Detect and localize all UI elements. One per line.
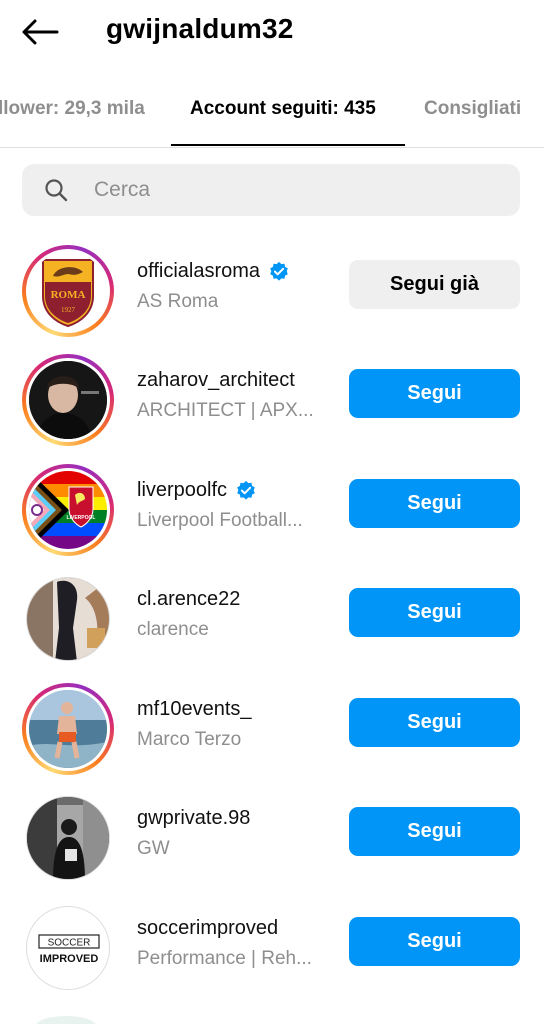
roma-crest-icon: ROMA 1927	[42, 259, 94, 328]
soccer-improved-logo-icon: SOCCER IMPROVED	[27, 907, 109, 989]
avatar[interactable]: SOCCER IMPROVED	[22, 902, 114, 994]
avatar[interactable]	[22, 683, 114, 775]
arrow-left-icon	[22, 19, 59, 45]
full-name: clarence	[137, 619, 209, 640]
full-name: Performance | Reh...	[137, 948, 312, 969]
avatar[interactable]	[22, 354, 114, 446]
follow-button[interactable]: Segui	[349, 807, 520, 856]
avatar[interactable]: LIVERPOOL	[22, 464, 114, 556]
svg-text:LIVERPOOL: LIVERPOOL	[67, 515, 96, 521]
following-button[interactable]: Segui già	[349, 260, 520, 309]
svg-text:1927: 1927	[61, 306, 76, 314]
list-item[interactable]: mf10events_ Marco Terzo Segui	[0, 676, 544, 776]
back-button[interactable]	[18, 12, 62, 52]
tab-followers[interactable]: llower: 29,3 mila	[0, 98, 145, 120]
follow-button[interactable]: Segui	[349, 917, 520, 966]
list-item[interactable]: gwprivate.98 GW Segui	[0, 785, 544, 885]
profile-photo	[27, 797, 109, 879]
full-name: GW	[137, 838, 170, 859]
list-item[interactable]: zaharov_architect ARCHITECT | APX... Seg…	[0, 347, 544, 447]
follow-button[interactable]: Segui	[349, 588, 520, 637]
follow-button[interactable]: Segui	[349, 479, 520, 528]
username[interactable]: gwprivate.98	[137, 807, 250, 830]
profile-photo	[27, 578, 109, 660]
username[interactable]: officialasroma	[137, 260, 260, 283]
avatar[interactable]	[22, 792, 114, 884]
follow-button[interactable]: Segui	[349, 698, 520, 747]
list-item[interactable]: ROMA 1927 officialasroma AS Roma Segui g…	[0, 238, 544, 338]
top-bar: gwijnaldum32	[0, 0, 544, 64]
svg-text:IMPROVED: IMPROVED	[40, 953, 99, 965]
full-name: ARCHITECT | APX...	[137, 400, 314, 421]
avatar[interactable]: ROMA 1927	[22, 245, 114, 337]
full-name: Marco Terzo	[137, 729, 242, 750]
active-tab-indicator	[171, 144, 405, 146]
next-avatar-peek	[36, 1016, 96, 1024]
search-input[interactable]: Cerca	[22, 164, 520, 216]
tab-following[interactable]: Account seguiti: 435	[190, 98, 376, 120]
tab-suggested[interactable]: Consigliati	[424, 98, 521, 120]
avatar[interactable]	[22, 573, 114, 665]
list-item[interactable]: LIVERPOOL liverpoolfc Liverpool Football…	[0, 457, 544, 557]
svg-text:ROMA: ROMA	[51, 289, 86, 301]
username[interactable]: mf10events_	[137, 698, 252, 721]
follow-button[interactable]: Segui	[349, 369, 520, 418]
profile-username-title: gwijnaldum32	[106, 13, 294, 44]
verified-badge-icon	[270, 261, 288, 281]
username[interactable]: cl.arence22	[137, 588, 240, 611]
follow-tabs: llower: 29,3 mila Account seguiti: 435 C…	[0, 84, 544, 148]
full-name: Liverpool Football...	[137, 510, 303, 531]
username[interactable]: zaharov_architect	[137, 369, 295, 392]
full-name: AS Roma	[137, 291, 219, 312]
profile-photo	[29, 361, 107, 439]
profile-photo	[29, 690, 107, 768]
username[interactable]: soccerimproved	[137, 917, 278, 940]
list-item[interactable]: SOCCER IMPROVED soccerimproved Performan…	[0, 895, 544, 995]
lfc-pride-crest-icon: LIVERPOOL	[29, 471, 107, 549]
search-placeholder: Cerca	[94, 178, 151, 201]
username[interactable]: liverpoolfc	[137, 479, 227, 502]
search-icon	[45, 179, 68, 202]
list-item[interactable]: cl.arence22 clarence Segui	[0, 566, 544, 666]
verified-badge-icon	[237, 480, 255, 500]
svg-text:SOCCER: SOCCER	[48, 938, 91, 949]
